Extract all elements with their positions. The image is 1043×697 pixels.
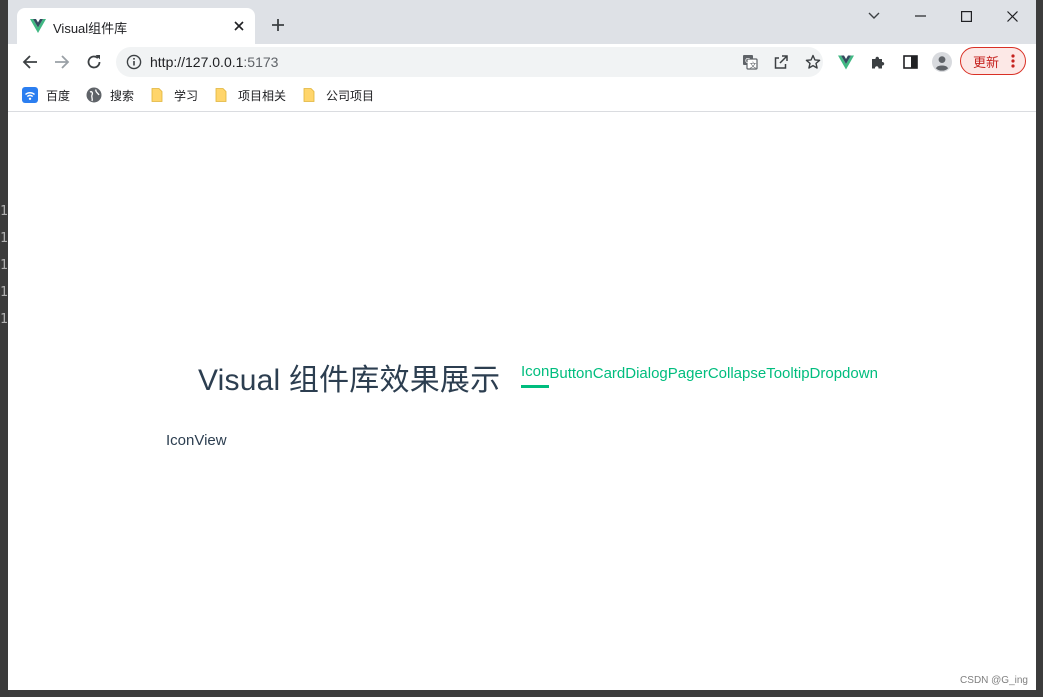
chevron-down-icon	[868, 12, 880, 19]
watermark: CSDN @G_ing	[960, 675, 1028, 686]
vue-devtools-icon[interactable]	[832, 48, 860, 76]
browser-window: Visual组件库 http://127.0.0.1:5173 G 文 更新 百…	[8, 0, 1036, 690]
router-view-text: IconView	[166, 432, 227, 449]
bookmark-folder-company[interactable]: 公司项目	[302, 84, 374, 106]
window-edge	[1036, 0, 1043, 697]
bookmark-search[interactable]: 搜索	[86, 84, 134, 106]
nav-link-button[interactable]: Button	[549, 363, 592, 385]
forward-button[interactable]	[48, 48, 76, 76]
nav-link-tooltip[interactable]: Tooltip	[766, 363, 809, 385]
reload-button[interactable]	[80, 48, 108, 76]
bookmark-baidu[interactable]: 百度	[22, 84, 70, 106]
bookmark-folder-projects[interactable]: 项目相关	[214, 84, 286, 106]
close-icon	[1006, 10, 1018, 22]
minimize-icon	[914, 15, 926, 17]
puzzle-icon[interactable]	[864, 48, 892, 76]
bookmark-label: 百度	[46, 88, 71, 103]
browser-tab[interactable]: Visual组件库	[17, 8, 255, 44]
arrow-right-icon	[55, 55, 70, 69]
nav-link-icon[interactable]: Icon	[521, 361, 550, 388]
url-text[interactable]: http://127.0.0.1:5173	[150, 54, 278, 70]
address-bar[interactable]: http://127.0.0.1:5173 G文	[116, 47, 823, 77]
url-host: http://127.0.0.1	[150, 54, 244, 70]
back-button[interactable]	[16, 48, 44, 76]
profile-icon[interactable]	[928, 48, 956, 76]
nav-link-card[interactable]: Card	[593, 363, 626, 385]
share-icon[interactable]	[771, 52, 791, 72]
bookmark-label: 搜索	[110, 88, 135, 103]
nav-link-dropdown[interactable]: Dropdown	[810, 363, 878, 385]
bookmark-folder-study[interactable]: 学习	[150, 84, 198, 106]
bookmark-label: 公司项目	[326, 88, 375, 103]
arrow-left-icon	[22, 55, 37, 69]
update-button[interactable]: 更新	[960, 47, 1026, 75]
bookmark-label: 项目相关	[238, 88, 287, 103]
tab-title: Visual组件库	[53, 21, 128, 36]
more-vert-icon	[1011, 53, 1015, 69]
window-close-button[interactable]	[989, 0, 1035, 32]
vue-logo-icon	[30, 18, 46, 34]
sidepanel-icon[interactable]	[896, 48, 924, 76]
nav-link-collapse[interactable]: Collapse	[708, 363, 766, 385]
star-icon[interactable]	[803, 52, 823, 72]
minimize-button[interactable]	[897, 0, 943, 32]
close-tab-icon[interactable]	[229, 16, 249, 36]
wifi-icon	[22, 87, 38, 103]
nav-link-dialog[interactable]: Dialog	[625, 363, 668, 385]
svg-text:文: 文	[750, 61, 757, 70]
bookmark-label: 学习	[174, 88, 199, 103]
update-label: 更新	[973, 54, 1000, 70]
maximize-button[interactable]	[943, 0, 989, 32]
info-icon[interactable]	[126, 54, 142, 70]
title-bar: Visual组件库	[8, 0, 1036, 44]
folder-icon	[150, 87, 166, 103]
url-port: :5173	[243, 54, 279, 70]
reload-icon	[87, 55, 101, 69]
page-content: Visual 组件库效果展示 Icon Button Card Dialog P…	[8, 112, 1036, 690]
globe-icon	[86, 87, 102, 103]
translate-icon[interactable]: G文	[740, 52, 760, 72]
new-tab-button[interactable]	[266, 13, 290, 37]
tab-search-button[interactable]	[851, 0, 897, 32]
plus-icon	[272, 19, 284, 31]
bookmarks-bar: 百度 搜索 学习 项目相关 公司项目	[8, 80, 1036, 112]
folder-icon	[214, 87, 230, 103]
folder-icon	[302, 87, 318, 103]
nav-link-pager[interactable]: Pager	[668, 363, 708, 385]
browser-toolbar: http://127.0.0.1:5173 G文 更新	[8, 44, 1036, 80]
page-title: Visual 组件库效果展示	[198, 364, 501, 397]
maximize-icon	[960, 10, 972, 22]
component-nav: Icon Button Card Dialog Pager Collapse T…	[521, 363, 878, 390]
